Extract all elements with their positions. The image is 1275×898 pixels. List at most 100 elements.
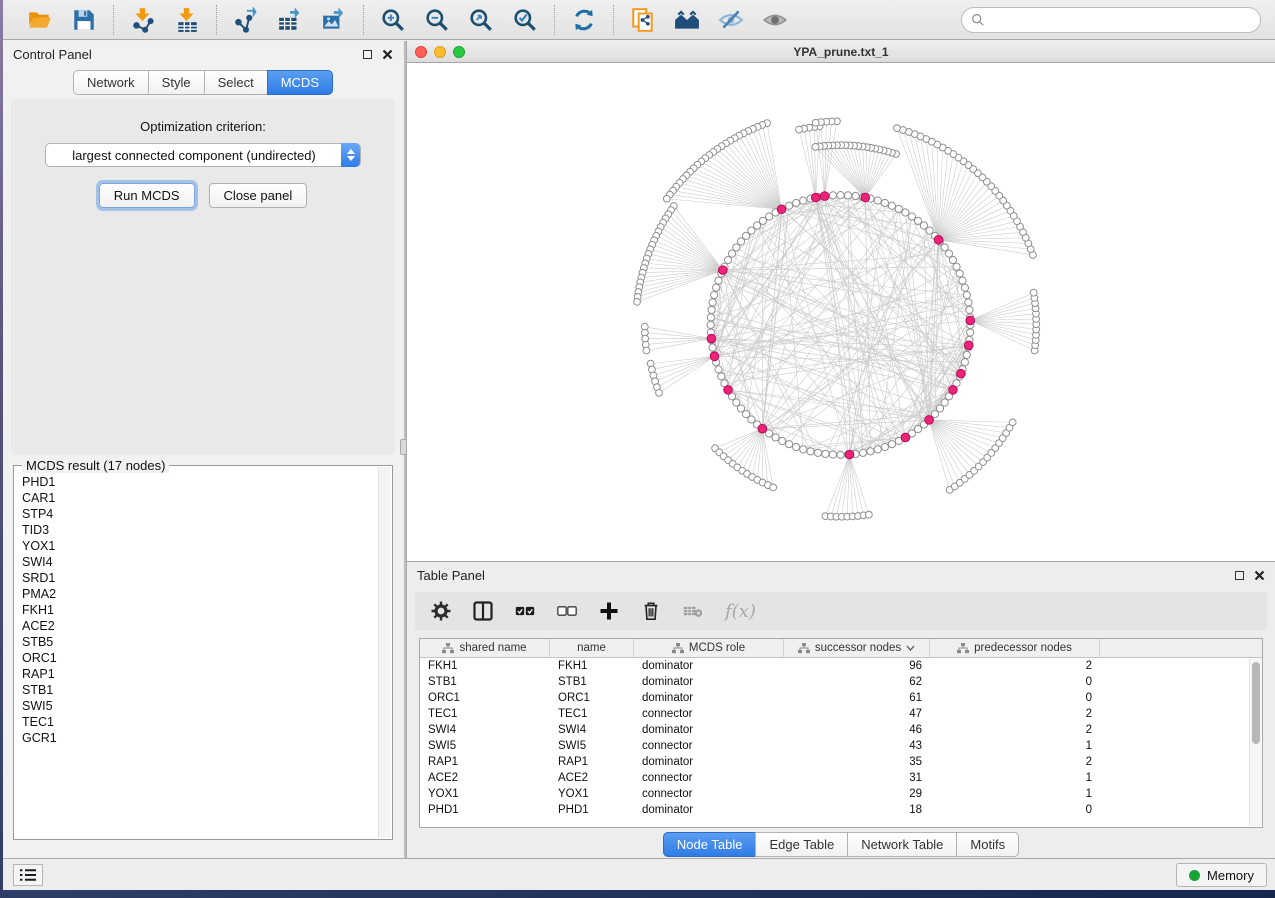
- network-node[interactable]: [715, 366, 722, 373]
- task-history-button[interactable]: [13, 864, 43, 886]
- network-node[interactable]: [779, 437, 786, 444]
- export-table-icon[interactable]: [275, 5, 305, 35]
- zoom-out-icon[interactable]: [422, 5, 452, 35]
- table-row[interactable]: ACE2ACE2connector311: [420, 770, 1262, 786]
- network-node-dominator[interactable]: [724, 386, 733, 395]
- network-node[interactable]: [829, 192, 836, 199]
- column-header-successor-nodes[interactable]: successor nodes: [784, 639, 930, 657]
- network-node[interactable]: [829, 451, 836, 458]
- mcds-result-item[interactable]: STB5: [22, 634, 378, 650]
- network-node[interactable]: [865, 511, 872, 518]
- search-input[interactable]: [985, 13, 1260, 27]
- network-node[interactable]: [785, 441, 792, 448]
- mcds-result-item[interactable]: ORC1: [22, 650, 378, 666]
- mcds-result-item[interactable]: STB1: [22, 682, 378, 698]
- network-node[interactable]: [867, 448, 874, 455]
- open-session-icon[interactable]: [25, 5, 55, 35]
- run-mcds-button[interactable]: Run MCDS: [99, 183, 195, 208]
- network-node[interactable]: [963, 351, 970, 358]
- network-node[interactable]: [792, 443, 799, 450]
- mcds-result-item[interactable]: PHD1: [22, 474, 378, 490]
- export-network-icon[interactable]: [231, 5, 261, 35]
- table-row[interactable]: TEC1TEC1connector472: [420, 706, 1262, 722]
- tab-select[interactable]: Select: [204, 70, 268, 95]
- memory-button[interactable]: Memory: [1176, 863, 1267, 887]
- network-node[interactable]: [707, 314, 714, 321]
- network-node[interactable]: [961, 284, 968, 291]
- network-node-dominator[interactable]: [820, 192, 829, 201]
- zoom-in-icon[interactable]: [378, 5, 408, 35]
- network-node[interactable]: [800, 197, 807, 204]
- network-node[interactable]: [1009, 419, 1016, 426]
- network-node[interactable]: [718, 373, 725, 380]
- import-table-icon[interactable]: [172, 5, 202, 35]
- network-node[interactable]: [844, 192, 851, 199]
- network-node[interactable]: [772, 434, 779, 441]
- network-node[interactable]: [961, 359, 968, 366]
- delete-column-icon[interactable]: [641, 601, 661, 621]
- network-node[interactable]: [874, 446, 881, 453]
- table-scrollbar[interactable]: [1249, 659, 1262, 826]
- network-node[interactable]: [888, 441, 895, 448]
- tab-motifs[interactable]: Motifs: [956, 832, 1019, 857]
- show-all-icon[interactable]: [760, 5, 790, 35]
- network-node[interactable]: [966, 306, 973, 313]
- network-view[interactable]: [407, 63, 1275, 561]
- column-header-predecessor-nodes[interactable]: predecessor nodes: [930, 639, 1100, 657]
- network-node[interactable]: [895, 205, 902, 212]
- network-node[interactable]: [709, 299, 716, 306]
- table-row[interactable]: SWI4SWI4dominator462: [420, 722, 1262, 738]
- table-row[interactable]: SWI5SWI5connector431: [420, 738, 1262, 754]
- tab-edge-table[interactable]: Edge Table: [755, 832, 848, 857]
- network-node-dominator[interactable]: [964, 341, 973, 350]
- network-node[interactable]: [965, 299, 972, 306]
- network-node[interactable]: [728, 250, 735, 257]
- network-node[interactable]: [967, 329, 974, 336]
- settings-gear-icon[interactable]: [431, 601, 451, 621]
- network-node[interactable]: [711, 291, 718, 298]
- hide-selected-icon[interactable]: [716, 5, 746, 35]
- network-node[interactable]: [963, 291, 970, 298]
- zoom-fit-icon[interactable]: [466, 5, 496, 35]
- tab-mcds[interactable]: MCDS: [267, 70, 333, 95]
- network-node[interactable]: [908, 213, 915, 220]
- mcds-result-item[interactable]: GCR1: [22, 730, 378, 746]
- network-node-dominator[interactable]: [966, 316, 975, 325]
- network-node[interactable]: [859, 449, 866, 456]
- network-node[interactable]: [800, 446, 807, 453]
- save-session-icon[interactable]: [69, 5, 99, 35]
- refresh-icon[interactable]: [569, 5, 599, 35]
- close-panel-icon[interactable]: [382, 49, 393, 60]
- mcds-result-item[interactable]: CAR1: [22, 490, 378, 506]
- table-row[interactable]: ORC1ORC1dominator610: [420, 690, 1262, 706]
- column-header-name[interactable]: name: [550, 639, 634, 657]
- select-all-icon[interactable]: [515, 601, 535, 621]
- network-node[interactable]: [709, 344, 716, 351]
- network-node-dominator[interactable]: [901, 433, 910, 442]
- window-zoom-icon[interactable]: [453, 46, 465, 58]
- network-node-dominator[interactable]: [934, 236, 943, 245]
- export-image-icon[interactable]: [319, 5, 349, 35]
- column-header-shared-name[interactable]: shared name: [420, 639, 550, 657]
- mcds-result-item[interactable]: SWI4: [22, 554, 378, 570]
- tab-style[interactable]: Style: [148, 70, 205, 95]
- mcds-result-scrollbar[interactable]: [378, 467, 391, 838]
- network-node[interactable]: [713, 284, 720, 291]
- mcds-result-item[interactable]: ACE2: [22, 618, 378, 634]
- column-header-MCDS-role[interactable]: MCDS role: [634, 639, 784, 657]
- network-node[interactable]: [707, 321, 714, 328]
- zoom-selected-icon[interactable]: [510, 5, 540, 35]
- network-node[interactable]: [956, 270, 963, 277]
- float-table-panel-icon[interactable]: [1235, 571, 1244, 580]
- clone-network-icon[interactable]: [628, 5, 658, 35]
- network-node-dominator[interactable]: [707, 334, 716, 343]
- table-row[interactable]: STB1STB1dominator620: [420, 674, 1262, 690]
- table-row[interactable]: YOX1YOX1connector291: [420, 786, 1262, 802]
- network-node[interactable]: [643, 347, 650, 354]
- network-node[interactable]: [807, 448, 814, 455]
- network-node-dominator[interactable]: [957, 369, 966, 378]
- tab-network-table[interactable]: Network Table: [847, 832, 957, 857]
- add-column-icon[interactable]: [599, 601, 619, 621]
- table-row[interactable]: FKH1FKH1dominator962: [420, 658, 1262, 674]
- network-node-dominator[interactable]: [811, 193, 820, 202]
